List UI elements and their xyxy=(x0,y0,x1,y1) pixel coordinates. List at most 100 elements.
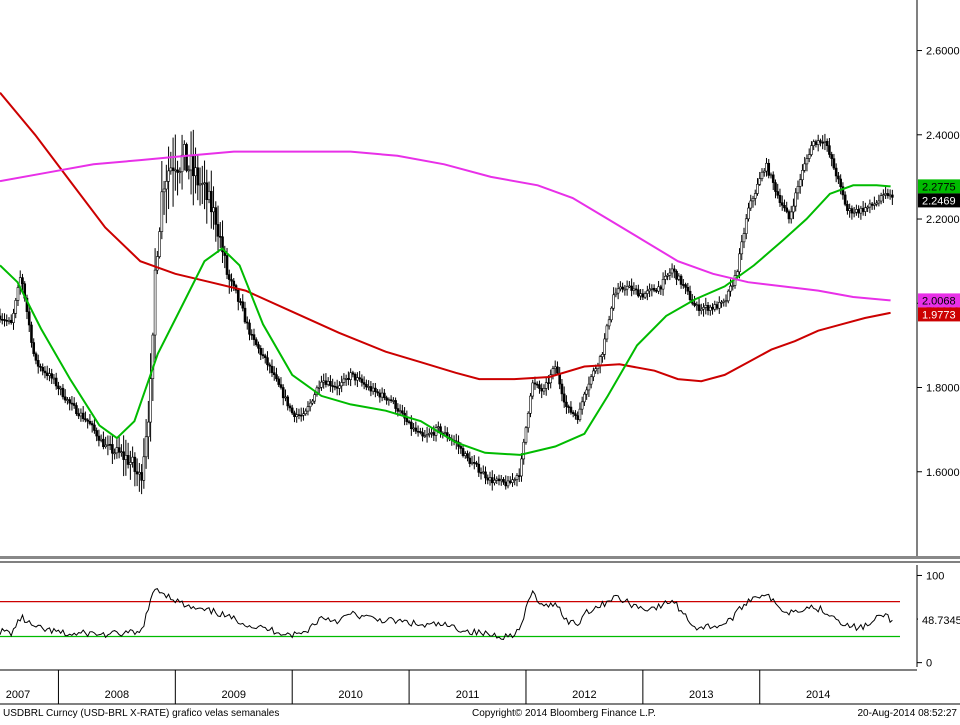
candle-body xyxy=(120,451,123,454)
candle-body xyxy=(594,368,597,372)
candle-body xyxy=(412,427,415,430)
candle-body xyxy=(495,478,499,481)
separator-bar xyxy=(0,556,960,559)
candle-body xyxy=(97,435,101,441)
candle-body xyxy=(486,477,490,481)
candle-body xyxy=(203,182,206,185)
candle-body xyxy=(93,424,96,431)
candle-body xyxy=(304,410,307,415)
candle-body xyxy=(48,373,51,377)
candle-body xyxy=(342,378,346,383)
candle-body xyxy=(715,304,719,309)
candle-body xyxy=(497,478,501,482)
candle-body xyxy=(843,194,847,205)
candle-body xyxy=(205,182,209,200)
candle-body xyxy=(329,381,332,386)
candle-body xyxy=(533,382,537,385)
candle-body xyxy=(749,200,753,209)
price-y-tick-label: 2.2000 xyxy=(926,214,960,226)
candle-body xyxy=(398,410,402,413)
candle-body xyxy=(848,208,851,211)
candle-body xyxy=(68,399,71,404)
candle-body xyxy=(832,158,836,169)
candle-body xyxy=(295,414,299,417)
candle-body xyxy=(868,203,872,208)
x-axis-year-label: 2009 xyxy=(222,689,246,701)
candle-body xyxy=(803,163,806,171)
candle-body xyxy=(726,290,730,302)
candle-body xyxy=(634,288,638,291)
price-value-label-text: 1.9773 xyxy=(922,309,956,321)
candle-body xyxy=(814,141,818,145)
candle-body xyxy=(778,195,782,203)
candle-body xyxy=(630,285,633,291)
candle-body xyxy=(747,207,750,220)
candle-body xyxy=(167,170,170,182)
candle-body xyxy=(241,301,245,309)
candle-body xyxy=(695,304,699,307)
candle-body xyxy=(277,378,281,385)
candle-body xyxy=(801,170,804,181)
candle-body xyxy=(174,169,177,172)
candle-body xyxy=(394,400,397,409)
candle-body xyxy=(57,385,60,389)
candle-body xyxy=(138,472,141,475)
candle-body xyxy=(243,307,247,323)
candle-body xyxy=(643,293,647,298)
candle-body xyxy=(679,275,683,285)
candle-body xyxy=(769,174,773,177)
candle-body xyxy=(565,401,568,407)
candle-body xyxy=(758,178,762,185)
candle-body xyxy=(376,391,379,394)
candle-body xyxy=(275,374,278,380)
candle-body xyxy=(553,366,557,369)
candle-body xyxy=(771,174,775,183)
candle-body xyxy=(551,368,555,376)
candle-body xyxy=(508,480,512,483)
candle-body xyxy=(45,372,49,377)
candle-body xyxy=(59,387,62,390)
candle-body xyxy=(308,402,312,408)
candle-body xyxy=(605,325,609,340)
candle-body xyxy=(688,290,692,301)
candle-body xyxy=(236,289,240,302)
candle-body xyxy=(673,268,676,272)
candle-body xyxy=(702,307,705,310)
candle-body xyxy=(54,377,58,387)
candle-body xyxy=(362,382,366,385)
candle-body xyxy=(601,354,604,357)
candle-body xyxy=(263,355,267,358)
candle-body xyxy=(410,421,413,430)
candle-body xyxy=(531,382,535,397)
candle-body xyxy=(830,154,833,159)
candle-body xyxy=(306,406,310,412)
candle-body xyxy=(374,387,377,392)
candle-body xyxy=(873,203,876,206)
candle-body xyxy=(670,268,674,274)
candle-body xyxy=(158,231,161,257)
candle-body xyxy=(776,191,780,196)
candle-body xyxy=(708,306,712,311)
candle-body xyxy=(239,301,242,303)
candle-body xyxy=(540,388,544,392)
price-value-label: 2.0068 xyxy=(918,293,960,308)
candle-body xyxy=(805,158,809,165)
candle-body xyxy=(639,293,642,297)
rsi-y-tick-label: 0 xyxy=(926,658,932,670)
candle-body xyxy=(810,145,813,155)
candle-body xyxy=(414,427,418,432)
candle-body xyxy=(547,382,550,385)
candle-body xyxy=(859,207,863,214)
candle-body xyxy=(461,448,465,456)
candle-body xyxy=(682,284,685,286)
candle-body xyxy=(52,377,56,380)
candle-body xyxy=(401,410,404,414)
rsi-y-tick-label: 100 xyxy=(926,570,944,582)
candle-body xyxy=(542,388,546,392)
candle-body xyxy=(657,286,660,292)
candle-body xyxy=(133,456,137,472)
candle-body xyxy=(425,434,429,437)
candle-body xyxy=(356,377,359,381)
candle-body xyxy=(225,255,229,275)
candle-body xyxy=(484,471,487,479)
